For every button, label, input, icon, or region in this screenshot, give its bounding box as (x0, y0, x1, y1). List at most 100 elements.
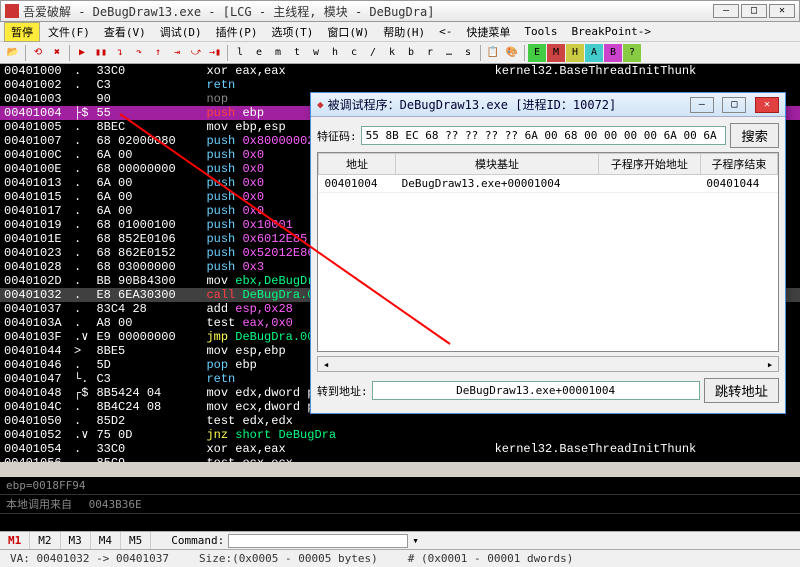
result-row[interactable]: 00401004 DeBugDraw13.exe+00001004 004010… (319, 175, 778, 193)
tb-e[interactable]: e (250, 44, 268, 62)
search-button[interactable]: 搜索 (730, 123, 779, 148)
window-title: 吾爱破解 - DeBugDraw13.exe - [LCG - 主线程, 模块 … (23, 3, 713, 20)
app-icon (5, 4, 19, 18)
goto-input[interactable] (372, 381, 700, 400)
disasm-row[interactable]: 00401002.C3retn (0, 78, 800, 92)
tb-s[interactable]: s (459, 44, 477, 62)
cell-end: 00401044 (700, 175, 777, 193)
maximize-button[interactable]: □ (741, 4, 767, 18)
cell-addr: 00401004 (319, 175, 396, 193)
scroll-right-icon[interactable]: ▸ (762, 358, 778, 371)
call-from-label: 本地调用来自 (6, 498, 72, 511)
signature-input[interactable] (361, 126, 727, 145)
close-icon[interactable]: ✖ (48, 44, 66, 62)
plugin-m-icon[interactable]: M (547, 44, 565, 62)
tab-m3[interactable]: M3 (61, 532, 91, 549)
open-icon[interactable]: 📂 (4, 44, 22, 62)
bottom-panel: ebp=0018FF94 本地调用来自 0043B36E M1 M2 M3 M4… (0, 477, 800, 567)
dialog-title: 被调试程序：DeBugDraw13.exe [进程ID：10072] (328, 96, 688, 113)
pause-icon[interactable]: ▮▮ (92, 44, 110, 62)
minimize-button[interactable]: — (713, 4, 739, 18)
menu-view[interactable]: 查看(V) (98, 22, 152, 42)
options-icon[interactable]: 📋 (484, 44, 502, 62)
tb-dots[interactable]: … (440, 44, 458, 62)
tb-c[interactable]: c (345, 44, 363, 62)
memory-tabs: M1 M2 M3 M4 M5 Command: ▾ (0, 531, 800, 549)
disasm-row[interactable]: 00401000.33C0xor eax,eaxkernel32.BaseThr… (0, 64, 800, 78)
status-va: VA: 00401032 -> 00401037 (10, 552, 169, 565)
command-label: Command: (171, 534, 224, 547)
scroll-left-icon[interactable]: ◂ (318, 358, 334, 371)
disasm-row[interactable]: 00401050.85D2test edx,edx (0, 414, 800, 428)
plugin-a-icon[interactable]: A (585, 44, 603, 62)
settings-icon[interactable]: 🎨 (503, 44, 521, 62)
plugin-h-icon[interactable]: H (566, 44, 584, 62)
call-from-value: 0043B36E (89, 498, 142, 511)
trace-into-icon[interactable]: ⇥ (168, 44, 186, 62)
col-module-base[interactable]: 模块基址 (396, 154, 599, 175)
dialog-titlebar[interactable]: ◆ 被调试程序：DeBugDraw13.exe [进程ID：10072] — □… (311, 93, 785, 117)
disasm-row[interactable]: 00401054.33C0xor eax,eaxkernel32.BaseThr… (0, 442, 800, 456)
tab-m5[interactable]: M5 (121, 532, 151, 549)
menu-debug[interactable]: 调试(D) (154, 22, 208, 42)
restart-icon[interactable]: ⟲ (29, 44, 47, 62)
status-bar: VA: 00401032 -> 00401037 Size:(0x0005 - … (0, 549, 800, 567)
menu-help[interactable]: 帮助(H) (377, 22, 431, 42)
signature-label: 特征码: (317, 128, 357, 144)
cell-base: DeBugDraw13.exe+00001004 (396, 175, 599, 193)
step-out-icon[interactable]: ↑ (149, 44, 167, 62)
tab-m4[interactable]: M4 (91, 532, 121, 549)
plugin-e-icon[interactable]: E (528, 44, 546, 62)
menu-breakpoint[interactable]: BreakPoint-> (566, 23, 657, 40)
run-to-icon[interactable]: →▮ (206, 44, 224, 62)
disasm-row[interactable]: 00401056.85C9test ecx,ecx (0, 456, 800, 462)
tb-h[interactable]: h (326, 44, 344, 62)
title-bar: 吾爱破解 - DeBugDraw13.exe - [LCG - 主线程, 模块 … (0, 0, 800, 22)
plugin-q-icon[interactable]: ? (623, 44, 641, 62)
menu-plugin[interactable]: 插件(P) (210, 22, 264, 42)
register-line: ebp=0018FF94 (0, 477, 800, 494)
step-over-icon[interactable]: ↷ (130, 44, 148, 62)
tb-k[interactable]: k (383, 44, 401, 62)
pause-indicator[interactable]: 暂停 (4, 22, 40, 42)
plugin-b-icon[interactable]: B (604, 44, 622, 62)
col-address[interactable]: 地址 (319, 154, 396, 175)
status-size: Size:(0x0005 - 00005 bytes) (199, 552, 378, 565)
step-into-icon[interactable]: ↴ (111, 44, 129, 62)
menu-options[interactable]: 选项(T) (266, 22, 320, 42)
tb-m[interactable]: m (269, 44, 287, 62)
tab-m2[interactable]: M2 (30, 532, 60, 549)
menu-file[interactable]: 文件(F) (42, 22, 96, 42)
tb-w[interactable]: w (307, 44, 325, 62)
tb-r[interactable]: r (421, 44, 439, 62)
run-icon[interactable]: ▶ (73, 44, 91, 62)
menu-quick[interactable]: 快捷菜单 (460, 22, 516, 42)
horizontal-scrollbar[interactable]: ◂ ▸ (317, 356, 779, 372)
tb-t[interactable]: t (288, 44, 306, 62)
menu-back[interactable]: <- (433, 23, 458, 40)
dialog-close-button[interactable]: ✕ (755, 97, 779, 113)
cell-start (598, 175, 700, 193)
tab-m1[interactable]: M1 (0, 532, 30, 549)
menu-bar: 暂停 文件(F) 查看(V) 调试(D) 插件(P) 选项(T) 窗口(W) 帮… (0, 22, 800, 42)
close-button[interactable]: ✕ (769, 4, 795, 18)
disasm-row[interactable]: 00401052.∨75 0Djnz short DeBugDra (0, 428, 800, 442)
tb-slash[interactable]: / (364, 44, 382, 62)
tb-b[interactable]: b (402, 44, 420, 62)
dialog-icon: ◆ (317, 98, 324, 111)
goto-button[interactable]: 跳转地址 (704, 378, 779, 403)
dialog-min-button[interactable]: — (690, 97, 714, 113)
window-buttons: — □ ✕ (713, 4, 795, 18)
col-proc-start[interactable]: 子程序开始地址 (598, 154, 700, 175)
col-proc-end[interactable]: 子程序结束 (700, 154, 777, 175)
dialog-max-button[interactable]: □ (722, 97, 746, 113)
status-hash: # (0x0001 - 00001 dwords) (408, 552, 574, 565)
command-dropdown-icon[interactable]: ▾ (412, 534, 419, 547)
search-dialog: ◆ 被调试程序：DeBugDraw13.exe [进程ID：10072] — □… (310, 92, 786, 414)
menu-tools[interactable]: Tools (518, 23, 563, 40)
menu-window[interactable]: 窗口(W) (321, 22, 375, 42)
results-grid[interactable]: 地址 模块基址 子程序开始地址 子程序结束 00401004 DeBugDraw… (317, 152, 779, 352)
tb-l[interactable]: l (231, 44, 249, 62)
command-input[interactable] (228, 534, 408, 548)
trace-over-icon[interactable]: ⤻ (187, 44, 205, 62)
